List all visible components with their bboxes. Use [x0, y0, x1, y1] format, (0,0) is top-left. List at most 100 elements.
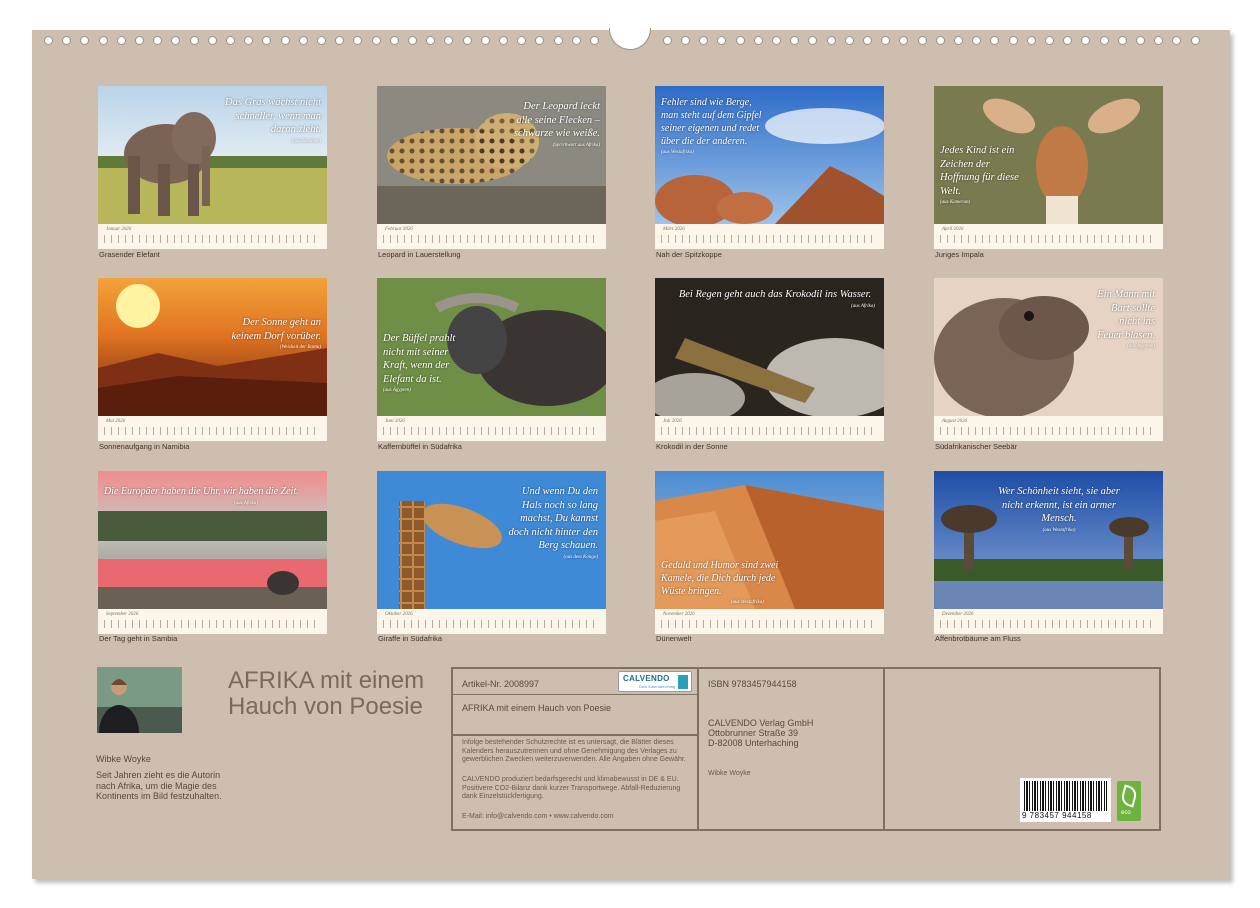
calendar-strip: März 2026	[655, 224, 884, 249]
quote-text: Der Büffel prahlt nicht mit seiner Kraft…	[383, 333, 456, 385]
binding-hole	[1099, 36, 1109, 45]
month-tile-july[interactable]: Bei Regen geht auch das Krokodil ins Was…	[655, 278, 884, 441]
barcode-number: 9 783457 944158	[1022, 811, 1092, 820]
month-tile-october[interactable]: Und wenn Du den Hals noch so lang machst…	[377, 471, 606, 634]
binding-hole	[116, 36, 126, 45]
barcode-bars	[1024, 781, 1107, 811]
day-ticks	[940, 427, 1157, 435]
leopard-photo: Der Leopard leckt alle seine Flecken – s…	[377, 86, 606, 224]
crocodile-photo: Bei Regen geht auch das Krokodil ins Was…	[655, 278, 884, 416]
binding-hole	[1190, 36, 1200, 45]
calvendo-logo[interactable]: CALVENDO Dein Kalenderverlag	[618, 671, 692, 692]
day-ticks	[383, 620, 600, 628]
binding-hole	[863, 36, 872, 45]
quote-text: Bei Regen geht auch das Krokodil ins Was…	[678, 289, 872, 300]
binding-hole	[699, 36, 709, 45]
binding-hole	[371, 36, 381, 45]
binding-hole	[990, 36, 1000, 45]
calendar-strip: November 2026	[655, 609, 884, 634]
month-label: Oktober 2026	[385, 612, 413, 617]
quote-text: Die Europäer haben die Uhr, wir haben di…	[104, 486, 299, 497]
binding-hole	[335, 36, 345, 45]
day-ticks	[104, 235, 321, 243]
binding-hole	[881, 36, 891, 45]
month-tile-december[interactable]: Wer Schönheit sieht, sie aber nicht erke…	[934, 471, 1163, 634]
month-tile-april[interactable]: Jedes Kind ist ein Zeichen der Hoffnung …	[934, 86, 1163, 249]
quote-text: Der Sonne geht an keinem Dorf vorüber.	[231, 317, 321, 342]
calvendo-tagline: Dein Kalenderverlag	[639, 684, 676, 689]
calvendo-mark-icon	[678, 675, 688, 689]
binding-hole	[1008, 36, 1018, 45]
quote-text: Das Gras wächst nicht schneller, wenn ma…	[225, 97, 321, 135]
binding-hole	[1026, 36, 1036, 45]
calvendo-wordmark: CALVENDO	[623, 674, 670, 683]
calendar-strip: Oktober 2026	[377, 609, 606, 634]
quote-source: (Sprichwort aus Afrika)	[552, 142, 600, 148]
seal-photo: Ein Mann mit Bart sollte nicht ins Feuer…	[934, 278, 1163, 416]
binding-hole	[735, 36, 745, 45]
binding-hole	[826, 36, 836, 45]
month-label: November 2026	[663, 612, 695, 617]
binding-hole	[62, 36, 72, 45]
calendar-strip: April 2026	[934, 224, 1163, 249]
day-ticks	[383, 427, 600, 435]
binding-hole	[298, 36, 308, 45]
month-tile-november[interactable]: Geduld und Humor sind zwei Kamele, die D…	[655, 471, 884, 634]
month-tile-august[interactable]: Ein Mann mit Bart sollte nicht ins Feuer…	[934, 278, 1163, 441]
contact-info[interactable]: E-Mail: info@calvendo.com • www.calvendo…	[462, 813, 614, 822]
isbn: ISBN 9783457944158	[708, 679, 797, 689]
calendar-strip: Juni 2026	[377, 416, 606, 441]
month-tile-february[interactable]: Der Leopard leckt alle seine Flecken – s…	[377, 86, 606, 249]
calendar-strip: August 2026	[934, 416, 1163, 441]
binding-hole	[408, 36, 417, 45]
leaf-icon	[1119, 784, 1139, 808]
buffalo-photo: Der Büffel prahlt nicht mit seiner Kraft…	[377, 278, 606, 416]
quote-source: (aus Westafrika)	[731, 600, 764, 605]
binding-hole	[262, 36, 272, 45]
day-ticks	[940, 620, 1157, 628]
quote-source: (Weisheit der Bantu)	[279, 345, 321, 350]
climate-notice: CALVENDO produziert bedarfsgerecht und k…	[462, 776, 681, 800]
binding-hole	[1154, 36, 1164, 45]
photo-caption: Affenbrotbäume am Fluss	[935, 634, 1021, 643]
eco-label: eco	[1121, 810, 1131, 816]
divider	[697, 669, 699, 829]
calendar-strip: Februar 2026	[377, 224, 606, 249]
calendar-strip: Dezember 2026	[934, 609, 1163, 634]
impala-photo: Jedes Kind ist ein Zeichen der Hoffnung …	[934, 86, 1163, 224]
photo-caption: Der Tag geht in Sambia	[99, 634, 178, 643]
day-ticks	[940, 235, 1157, 243]
day-ticks	[661, 620, 878, 628]
binding-hole	[44, 36, 53, 45]
binding-hole	[98, 36, 108, 45]
photo-caption: Grasender Elefant	[99, 250, 160, 259]
calendar-strip: Januar 2026	[98, 224, 327, 249]
quote-text: Der Leopard leckt alle seine Flecken – s…	[513, 101, 600, 139]
binding-hole	[681, 36, 690, 45]
month-tile-september[interactable]: Die Europäer haben die Uhr, wir haben di…	[98, 471, 327, 634]
binding-hole	[1063, 36, 1073, 45]
quote-source: (aus Sansibar)	[291, 138, 321, 144]
elephant-photo: Das Gras wächst nicht schneller, wenn ma…	[98, 86, 327, 224]
product-title: AFRIKA mit einem Hauch von Poesie	[462, 703, 612, 713]
month-tile-january[interactable]: Das Gras wächst nicht schneller, wenn ma…	[98, 86, 327, 249]
month-tile-march[interactable]: Fehler sind wie Berge, man steht auf dem…	[655, 86, 884, 249]
binding-hole	[844, 36, 854, 45]
eco-badge: eco	[1117, 781, 1141, 821]
month-label: Februar 2026	[385, 227, 413, 232]
quote-text: Fehler sind wie Berge, man steht auf dem…	[661, 97, 762, 147]
day-ticks	[383, 235, 600, 243]
binding-hole	[662, 36, 672, 45]
publisher-name: CALVENDO Verlag GmbH	[708, 718, 814, 728]
month-label: September 2026	[106, 612, 139, 617]
binding-hole	[1136, 36, 1145, 45]
photo-caption: Nah der Spitzkoppe	[656, 250, 722, 259]
month-tile-june[interactable]: Der Büffel prahlt nicht mit seiner Kraft…	[377, 278, 606, 441]
author-bio: Seit Jahren zieht es die Autorin nach Af…	[96, 770, 222, 801]
binding-hole	[899, 36, 909, 45]
quote-source: (aus Westafrika)	[661, 150, 694, 155]
month-tile-may[interactable]: Der Sonne geht an keinem Dorf vorüber. (…	[98, 278, 327, 441]
quote-text: Ein Mann mit Bart sollte nicht ins Feuer…	[1097, 289, 1155, 341]
month-label: April 2026	[942, 227, 964, 232]
day-ticks	[661, 235, 878, 243]
